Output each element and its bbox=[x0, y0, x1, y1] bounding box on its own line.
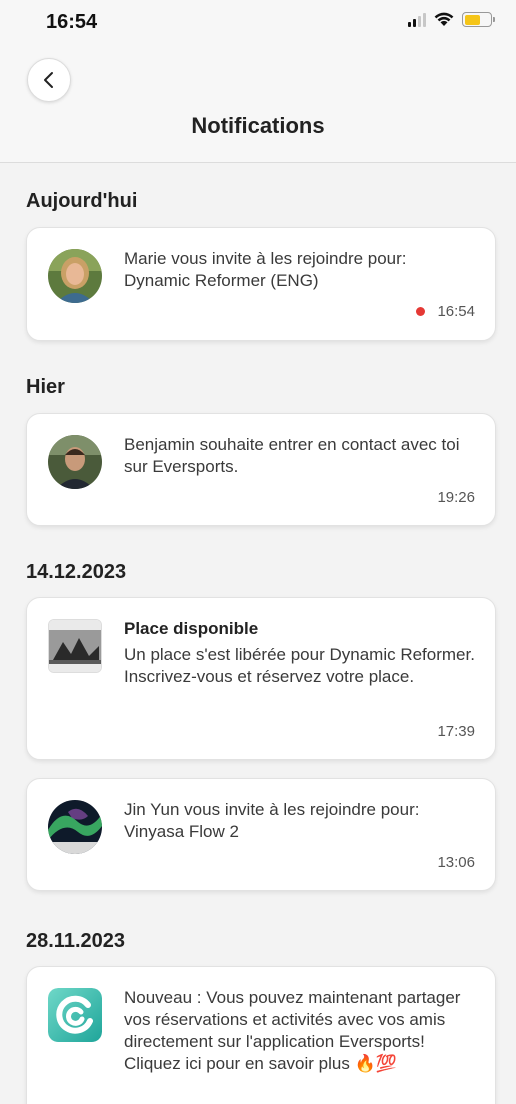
battery-icon bbox=[462, 12, 495, 27]
eversports-logo-icon bbox=[48, 988, 102, 1042]
cellular-signal-icon bbox=[408, 12, 426, 27]
notification-time: 13:06 bbox=[437, 854, 475, 871]
notification-title: Place disponible bbox=[124, 619, 259, 638]
top-bar: 16:54 Notifications bbox=[0, 0, 516, 163]
notification-time-label: 17:39 bbox=[437, 723, 475, 740]
notification-link-text[interactable]: Cliquez ici pour en savoir plus 🔥💯 bbox=[124, 1053, 475, 1075]
avatar-icon bbox=[48, 435, 102, 489]
notification-time: 16:54 bbox=[416, 303, 475, 320]
notification-card[interactable]: Nouveau : Vous pouvez maintenant partage… bbox=[26, 966, 496, 1104]
notification-time-label: 16:54 bbox=[437, 303, 475, 320]
chevron-left-icon bbox=[44, 72, 53, 88]
notification-text: Benjamin souhaite entrer en contact avec… bbox=[124, 435, 460, 476]
status-icons bbox=[408, 12, 495, 27]
unread-dot-icon bbox=[416, 307, 426, 316]
notification-card[interactable]: Marie vous invite à les rejoindre pour: … bbox=[26, 227, 496, 341]
notification-time: 17:39 bbox=[437, 723, 475, 740]
notification-text: Marie vous invite à les rejoindre pour: … bbox=[124, 249, 407, 290]
notification-card[interactable]: Place disponible Un place s'est libérée … bbox=[26, 597, 496, 760]
notification-time: 19:26 bbox=[437, 489, 475, 506]
avatar-icon bbox=[48, 249, 102, 303]
notification-text: Jin Yun vous invite à les rejoindre pour… bbox=[124, 800, 420, 841]
notification-time-label: 19:26 bbox=[437, 489, 475, 506]
wifi-icon bbox=[434, 12, 454, 26]
section-date-2023-11-28: 28.11.2023 bbox=[26, 930, 125, 952]
status-time: 16:54 bbox=[46, 11, 98, 33]
notification-time-label: 13:06 bbox=[437, 854, 475, 871]
notification-text: Nouveau : Vous pouvez maintenant partage… bbox=[124, 988, 461, 1051]
notification-card[interactable]: Benjamin souhaite entrer en contact avec… bbox=[26, 413, 496, 526]
page-title: Notifications bbox=[191, 113, 325, 138]
back-button[interactable] bbox=[27, 58, 71, 102]
class-photo-icon bbox=[48, 619, 102, 673]
section-date-today: Aujourd'hui bbox=[26, 190, 138, 212]
section-date-yesterday: Hier bbox=[26, 376, 65, 398]
notification-body: Place disponible Un place s'est libérée … bbox=[124, 618, 475, 688]
notification-text: Un place s'est libérée pour Dynamic Refo… bbox=[124, 645, 475, 686]
notification-card[interactable]: Jin Yun vous invite à les rejoindre pour… bbox=[26, 778, 496, 891]
avatar-icon bbox=[48, 800, 102, 854]
section-date-2023-12-14: 14.12.2023 bbox=[26, 561, 127, 583]
notification-body: Nouveau : Vous pouvez maintenant partage… bbox=[124, 987, 475, 1075]
